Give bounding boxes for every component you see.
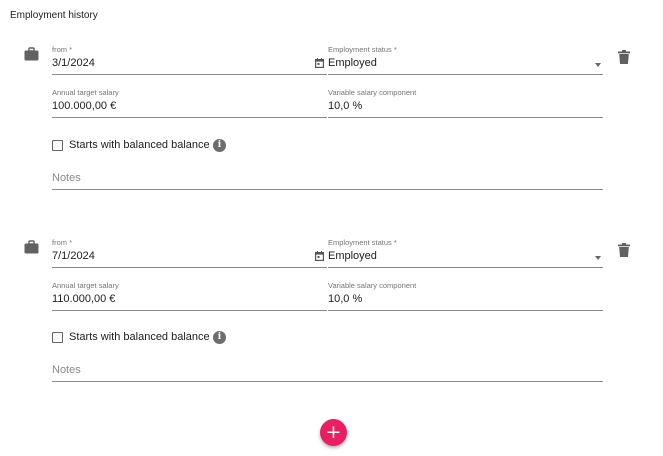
employment-status-value: Employed <box>328 57 377 69</box>
annual-salary-value: 100.000,00 € <box>52 100 117 112</box>
balanced-balance-checkbox[interactable] <box>52 140 63 151</box>
notes-placeholder: Notes <box>52 172 81 184</box>
plus-icon: + <box>325 421 342 443</box>
from-date-label: from * <box>52 238 73 247</box>
calendar-icon[interactable] <box>315 58 324 68</box>
annual-salary-underline <box>52 310 327 311</box>
arrow-drop-down-icon[interactable] <box>595 256 601 260</box>
variable-salary-underline <box>328 117 603 118</box>
employment-status-value: Employed <box>328 250 377 262</box>
employment-status-label: Employment status * <box>328 238 397 247</box>
employment-entry: from * 3/1/2024 Employment status * Empl… <box>0 0 663 190</box>
trash-icon[interactable] <box>618 243 630 257</box>
annual-salary-underline <box>52 117 327 118</box>
from-date-label: from * <box>52 45 73 54</box>
calendar-icon[interactable] <box>315 251 324 261</box>
balanced-balance-row: Starts with balanced balance i <box>52 330 232 346</box>
balanced-balance-label[interactable]: Starts with balanced balance <box>69 331 210 343</box>
variable-salary-value: 10,0 % <box>328 100 363 112</box>
employment-status-select[interactable]: Employment status * Employed <box>328 45 603 75</box>
variable-salary-label: Variable salary component <box>328 88 417 97</box>
balanced-balance-label[interactable]: Starts with balanced balance <box>69 139 210 151</box>
notes-field[interactable]: Notes <box>52 360 603 382</box>
notes-underline <box>52 189 603 190</box>
info-icon[interactable]: i <box>213 331 226 344</box>
annual-salary-label: Annual target salary <box>52 88 119 97</box>
info-icon[interactable]: i <box>213 139 226 152</box>
arrow-drop-down-icon[interactable] <box>595 63 601 67</box>
from-date-field[interactable]: from * 7/1/2024 <box>52 238 327 268</box>
from-date-underline <box>52 74 327 75</box>
balanced-balance-row: Starts with balanced balance i <box>52 138 232 154</box>
employment-status-select[interactable]: Employment status * Employed <box>328 238 603 268</box>
balanced-balance-checkbox[interactable] <box>52 332 63 343</box>
employment-entry: from * 7/1/2024 Employment status * Empl… <box>0 193 663 382</box>
briefcase-icon <box>24 47 39 61</box>
from-date-field[interactable]: from * 3/1/2024 <box>52 45 327 75</box>
employment-status-label: Employment status * <box>328 45 397 54</box>
from-date-underline <box>52 267 327 268</box>
notes-underline <box>52 381 603 382</box>
from-date-value: 7/1/2024 <box>52 250 95 262</box>
annual-salary-field[interactable]: Annual target salary 110.000,00 € <box>52 281 327 311</box>
variable-salary-label: Variable salary component <box>328 281 417 290</box>
employment-status-underline <box>328 267 603 268</box>
variable-salary-field[interactable]: Variable salary component 10,0 % <box>328 88 603 118</box>
variable-salary-field[interactable]: Variable salary component 10,0 % <box>328 281 603 311</box>
annual-salary-value: 110.000,00 € <box>52 293 116 305</box>
annual-salary-field[interactable]: Annual target salary 100.000,00 € <box>52 88 327 118</box>
briefcase-icon <box>24 240 39 254</box>
variable-salary-underline <box>328 310 603 311</box>
add-employment-button[interactable]: + <box>320 419 347 446</box>
annual-salary-label: Annual target salary <box>52 281 119 290</box>
trash-icon[interactable] <box>618 50 630 64</box>
notes-placeholder: Notes <box>52 364 81 376</box>
employment-status-underline <box>328 74 603 75</box>
variable-salary-value: 10,0 % <box>328 293 363 305</box>
from-date-value: 3/1/2024 <box>52 57 95 69</box>
notes-field[interactable]: Notes <box>52 168 603 190</box>
